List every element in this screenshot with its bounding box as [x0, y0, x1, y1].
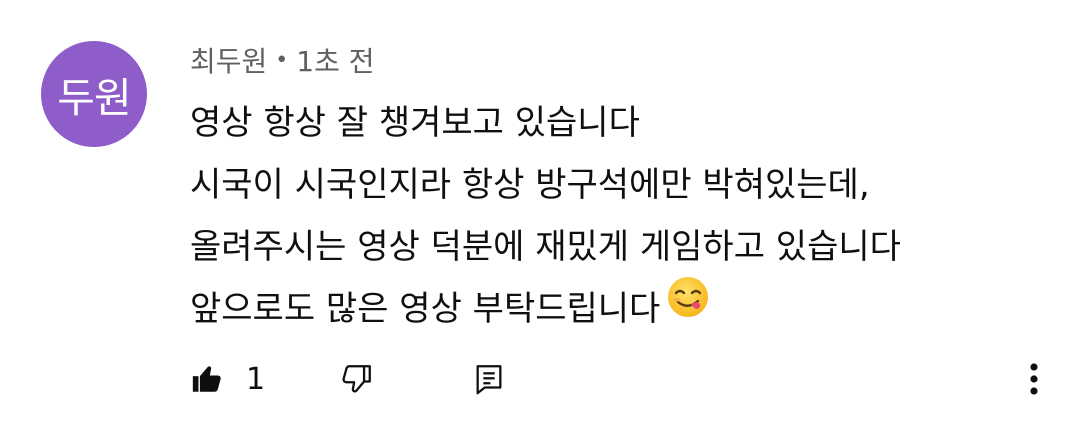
reply-button[interactable] [472, 356, 506, 404]
comment-line: 시국이 시국인지라 항상 방구석에만 박혀있는데, [190, 165, 870, 205]
comment-line-last: 앞으로도 많은 영상 부탁드립니다 [190, 275, 1050, 340]
separator-dot: • [275, 47, 289, 73]
comment-line: 영상 항상 잘 챙겨보고 있습니다 [190, 103, 640, 143]
face-savoring-food-emoji [666, 275, 710, 339]
thumbs-down-outline-icon [340, 362, 374, 399]
timestamp[interactable]: 1초 전 [296, 40, 374, 80]
dislike-button[interactable] [340, 356, 374, 404]
comment-line: 앞으로도 많은 영상 부탁드립니다 [190, 289, 661, 329]
comment-line: 올려주시는 영상 덕분에 재밌게 게임하고 있습니다 [190, 227, 901, 267]
reply-comment-icon [472, 362, 506, 399]
like-count: 1 [246, 362, 266, 397]
comment-header: 최두원 • 1초 전 [190, 40, 375, 80]
thumbs-up-filled-icon [190, 362, 224, 399]
more-vert-icon [1028, 361, 1040, 400]
comment-actions: 1 [190, 356, 1050, 404]
comment-text: 영상 항상 잘 챙겨보고 있습니다 시국이 시국인지라 항상 방구석에만 박혀있… [190, 92, 1050, 340]
author-name[interactable]: 최두원 [190, 40, 267, 80]
more-actions-button[interactable] [1018, 356, 1050, 404]
like-button[interactable] [190, 356, 224, 404]
avatar[interactable]: 두원 [41, 41, 147, 147]
